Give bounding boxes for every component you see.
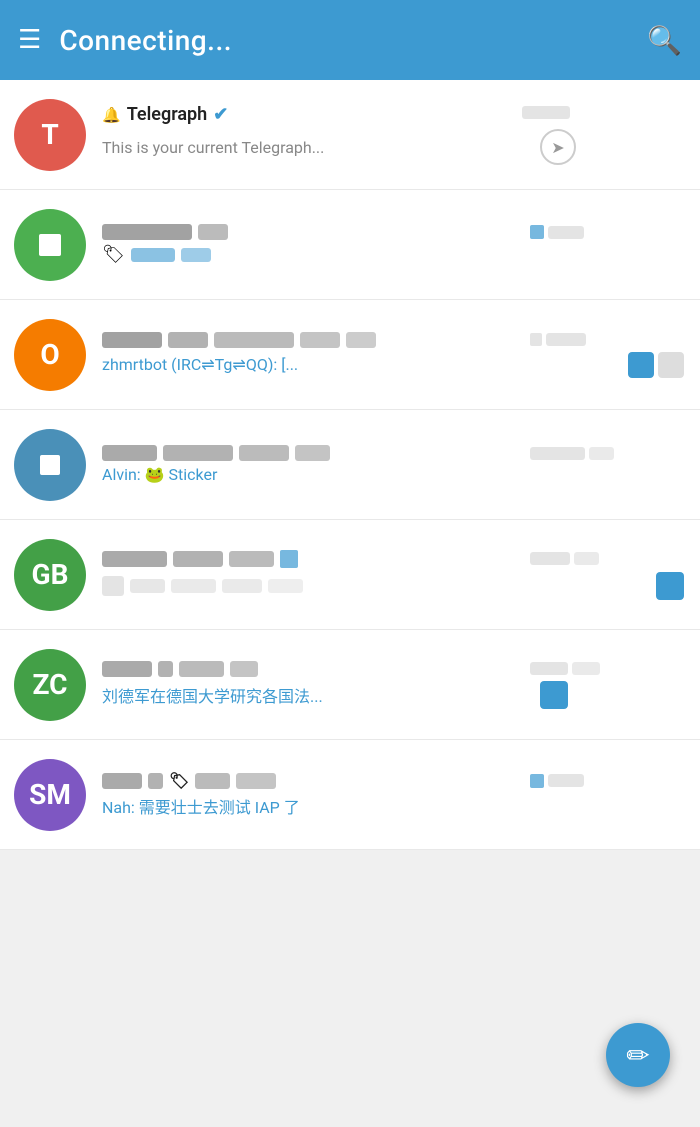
badge-icon-3b <box>658 352 684 378</box>
avatar-telegraph: T <box>14 99 86 171</box>
search-icon[interactable]: 🔍 <box>647 24 682 57</box>
muted-icon: 🔔 <box>102 106 121 124</box>
chat-preview-4: Alvin: 🐸 Sticker <box>102 465 532 484</box>
chat-item-zc[interactable]: ZC 刘德军在德国大学研究各国法... <box>0 630 700 740</box>
chat-time-telegraph <box>522 106 570 123</box>
chat-content-telegraph: 🔔 Telegraph ✔ This is your current Teleg… <box>102 104 684 165</box>
chat-item-gb[interactable]: GB <box>0 520 700 630</box>
chat-name-2 <box>102 224 522 240</box>
chat-preview-telegraph: This is your current Telegraph... <box>102 138 532 157</box>
chat-item-3[interactable]: O zhmrtbot (IRC⇌Tg⇌QQ): [... <box>0 300 700 410</box>
page-title: Connecting... <box>59 24 629 57</box>
avatar-4 <box>14 429 86 501</box>
chat-content-zc: 刘德军在德国大学研究各国法... <box>102 661 684 709</box>
chat-item-telegraph[interactable]: T 🔔 Telegraph ✔ This is your current Tel… <box>0 80 700 190</box>
chat-list: T 🔔 Telegraph ✔ This is your current Tel… <box>0 80 700 850</box>
chat-preview-3: zhmrtbot (IRC⇌Tg⇌QQ): [... <box>102 355 532 374</box>
chat-content-gb <box>102 550 684 600</box>
chat-name-4 <box>102 445 522 461</box>
chat-name-gb <box>102 550 522 568</box>
name-text: Telegraph <box>127 104 208 125</box>
verified-icon: ✔ <box>213 104 228 125</box>
chat-item-4[interactable]: Alvin: 🐸 Sticker <box>0 410 700 520</box>
badge-icon-zc <box>540 681 568 709</box>
chat-name-telegraph: 🔔 Telegraph ✔ <box>102 104 522 125</box>
chat-name-sm: 🏷 <box>102 771 522 790</box>
chat-preview-zc: 刘德军在德国大学研究各国法... <box>102 683 532 707</box>
chat-content-4: Alvin: 🐸 Sticker <box>102 445 684 484</box>
chat-name-zc <box>102 661 522 677</box>
hamburger-menu-icon[interactable]: ☰ <box>18 27 41 53</box>
avatar-sm: SM <box>14 759 86 831</box>
chat-item-sm[interactable]: SM 🏷 Nah: 需要壮士去测试 IAP 了 <box>0 740 700 850</box>
chat-content-sm: 🏷 Nah: 需要壮士去测试 IAP 了 <box>102 771 684 818</box>
avatar-2 <box>14 209 86 281</box>
avatar-3: O <box>14 319 86 391</box>
badge-icon-3 <box>628 352 654 378</box>
share-arrow-icon[interactable]: ➤ <box>540 129 576 165</box>
chat-preview-sm: Nah: 需要壮士去测试 IAP 了 <box>102 794 532 818</box>
badge-icon-gb <box>656 572 684 600</box>
chat-content-3: zhmrtbot (IRC⇌Tg⇌QQ): [... <box>102 332 684 378</box>
compose-icon: ✏ <box>626 1039 649 1072</box>
compose-fab[interactable]: ✏ <box>606 1023 670 1087</box>
top-bar: ☰ Connecting... 🔍 <box>0 0 700 80</box>
avatar-zc: ZC <box>14 649 86 721</box>
chat-name-3 <box>102 332 522 348</box>
chat-item-2[interactable]: 🏷 <box>0 190 700 300</box>
chat-content-2: 🏷 <box>102 224 684 265</box>
avatar-gb: GB <box>14 539 86 611</box>
